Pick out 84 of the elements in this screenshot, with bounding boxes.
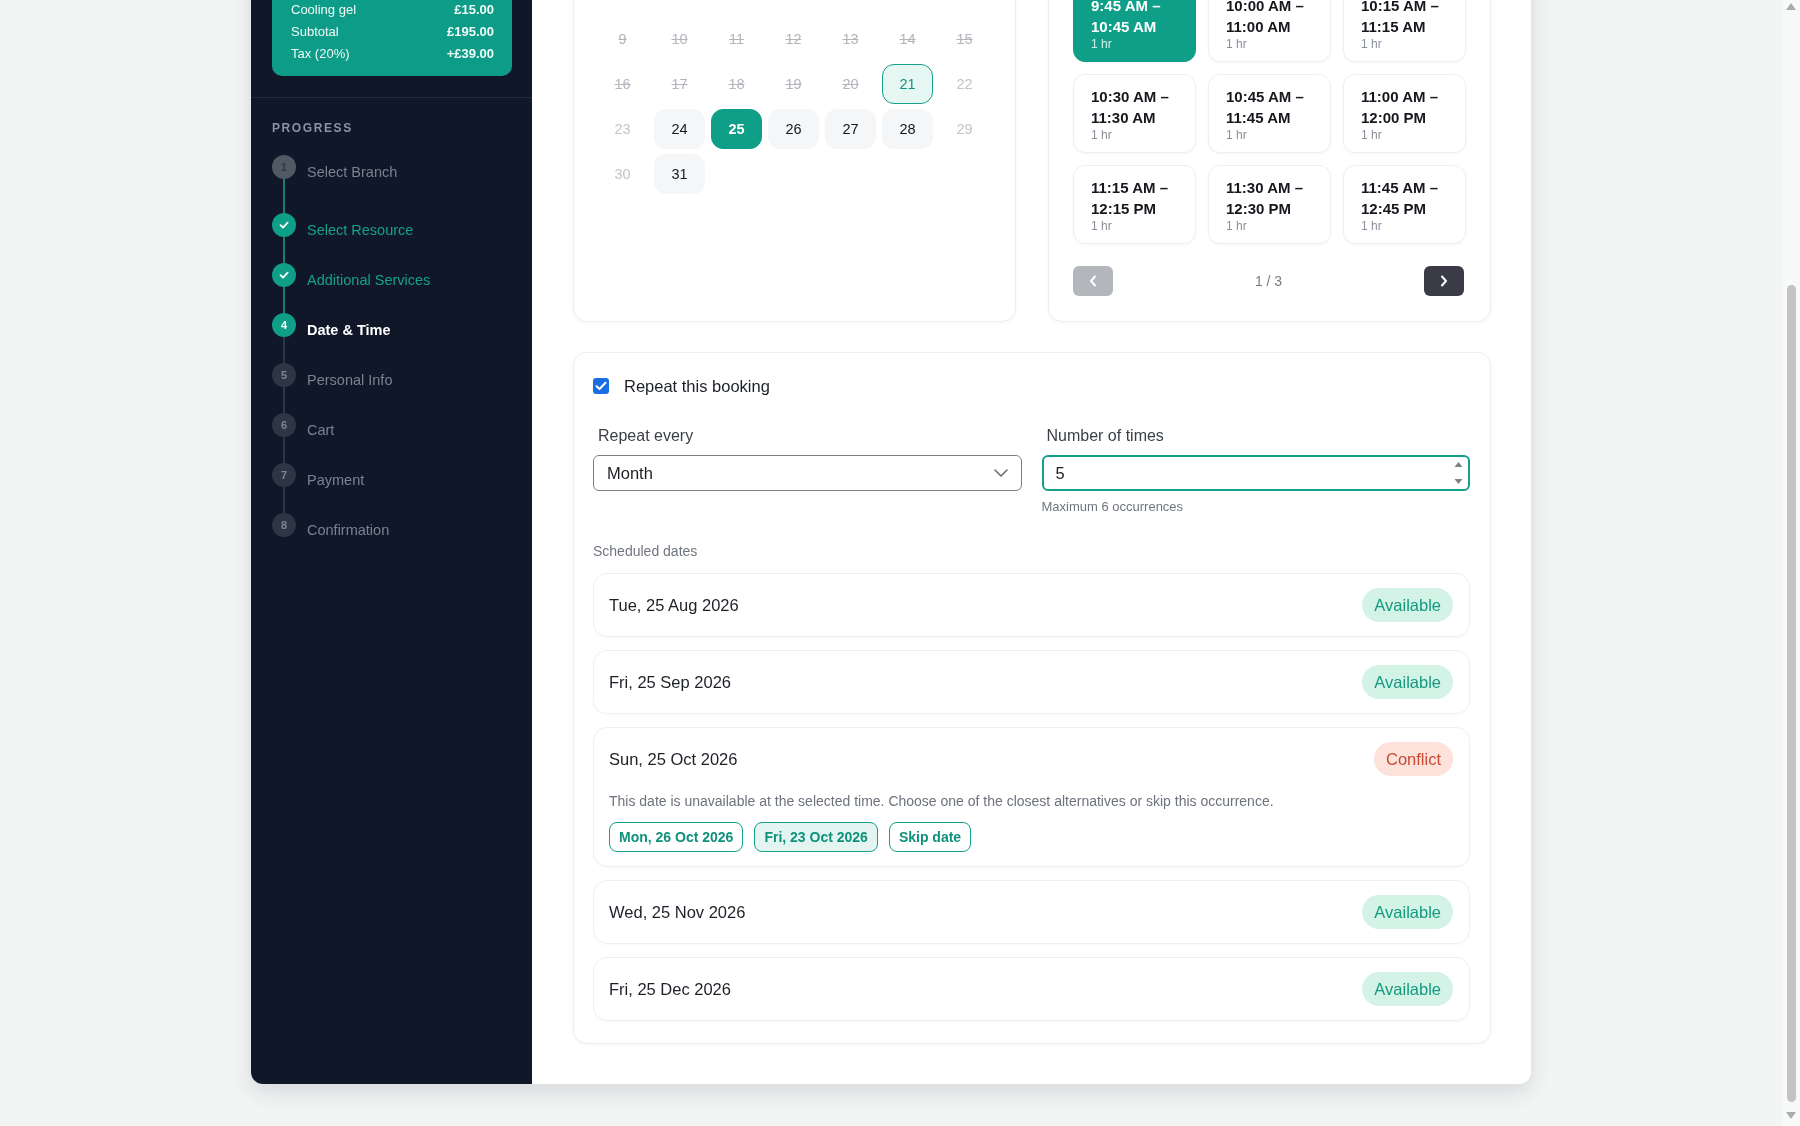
checkbox-label: Repeat this booking: [624, 376, 770, 396]
step-number: 4: [272, 313, 296, 337]
date-option-chip[interactable]: Skip date: [888, 822, 972, 852]
time-slot[interactable]: 10:00 AM – 11:00 AM 1 hr: [1208, 0, 1331, 62]
calendar-day: 19: [768, 64, 819, 104]
step-label: Cart: [307, 421, 335, 440]
field-label: Number of times: [1045, 426, 1165, 446]
summary-amount: +£39.00: [446, 45, 494, 61]
summary-label: Subtotal: [291, 23, 339, 39]
calendar-day: 18: [711, 64, 762, 104]
calendar-day: 17: [654, 64, 705, 104]
time-slot[interactable]: 11:00 AM – 12:00 PM 1 hr: [1343, 74, 1466, 153]
checkmark-icon: [595, 381, 607, 391]
status-badge: Available: [1362, 665, 1453, 699]
step-connector: [283, 287, 285, 313]
calendar-day[interactable]: 26: [768, 109, 819, 149]
calendar-day: 29: [939, 109, 990, 149]
time-slot[interactable]: 11:45 AM – 12:45 PM 1 hr: [1343, 165, 1466, 244]
repeat-checkbox[interactable]: [593, 378, 609, 394]
calendar-day: 15: [939, 19, 990, 59]
next-page-button[interactable]: [1424, 266, 1464, 296]
calendar-day: 13: [825, 19, 876, 59]
chevron-left-icon: [1089, 275, 1097, 287]
step-label: Date & Time: [307, 321, 391, 340]
date-option-chip[interactable]: Mon, 26 Oct 2026: [609, 822, 744, 852]
scrollbar[interactable]: [1782, 0, 1800, 1126]
chevron-right-icon: [1440, 275, 1448, 287]
step-label: Additional Services: [307, 271, 431, 290]
time-slot[interactable]: 10:30 AM – 11:30 AM 1 hr: [1073, 74, 1196, 153]
calendar-day: 14: [882, 19, 933, 59]
step-label: Select Branch: [307, 163, 398, 182]
step-connector: [283, 179, 285, 213]
calendar-day: 23: [597, 109, 648, 149]
calendar-day: 11: [711, 19, 762, 59]
status-badge: Available: [1362, 972, 1453, 1006]
field-hint: Maximum 6 occurrences: [1041, 499, 1185, 515]
time-slot[interactable]: 11:30 AM – 12:30 PM 1 hr: [1208, 165, 1331, 244]
summary-amount: £15.00: [454, 1, 494, 17]
scheduled-date: Wed, 25 Nov 2026: [609, 902, 746, 922]
step-number: 7: [272, 463, 296, 487]
scroll-up-icon[interactable]: [1786, 3, 1796, 10]
calendar-day: 30: [597, 154, 648, 194]
status-badge: Available: [1362, 895, 1453, 929]
summary-label: Tax (20%): [291, 45, 350, 61]
calendar-day: 16: [597, 64, 648, 104]
section-heading: Scheduled dates: [593, 543, 699, 559]
calendar-day[interactable]: 31: [654, 154, 705, 194]
step-label: Select Resource: [307, 221, 414, 240]
scheduled-date: Fri, 25 Sep 2026: [609, 672, 731, 692]
time-slot[interactable]: 10:45 AM – 11:45 AM 1 hr: [1208, 74, 1331, 153]
calendar-day: 9: [597, 19, 648, 59]
calendar-day: 12: [768, 19, 819, 59]
summary-amount: £195.00: [447, 23, 494, 39]
calendar-day: 10: [654, 19, 705, 59]
step-number: 8: [272, 513, 296, 537]
scroll-down-icon[interactable]: [1786, 1112, 1796, 1119]
status-badge: Conflict: [1373, 742, 1453, 776]
repeat-every-select[interactable]: Month: [593, 455, 1022, 491]
conflict-message: This date is unavailable at the selected time. Choose one of the closest alternatives or skip this occurrence.: [609, 792, 1275, 810]
step-label: Confirmation: [307, 521, 390, 540]
calendar-day[interactable]: 27: [825, 109, 876, 149]
step-number: 6: [272, 413, 296, 437]
scheduled-date: Fri, 25 Dec 2026: [609, 979, 731, 999]
calendar-day[interactable]: 28: [882, 109, 933, 149]
scheduled-date: Tue, 25 Aug 2026: [609, 595, 739, 615]
step-label: Payment: [307, 471, 365, 490]
calendar-day: 22: [939, 64, 990, 104]
scrollbar-thumb[interactable]: [1786, 285, 1796, 1102]
field-label: Repeat every: [597, 426, 695, 446]
chevron-down-icon: [993, 469, 1008, 477]
status-badge: Available: [1362, 588, 1453, 622]
step-number: 5: [272, 363, 296, 387]
spinner-icon[interactable]: [1454, 461, 1463, 485]
step-label: Personal Info: [307, 371, 393, 390]
progress-heading: PROGRESS: [272, 120, 354, 136]
time-slot[interactable]: 11:15 AM – 12:15 PM 1 hr: [1073, 165, 1196, 244]
step-connector: [283, 237, 285, 263]
calendar-day: 20: [825, 64, 876, 104]
summary-label: Cooling gel: [291, 1, 357, 17]
scheduled-date: Sun, 25 Oct 2026: [609, 749, 738, 769]
number-of-times-input[interactable]: 5: [1041, 455, 1470, 491]
page-indicator: 1 / 3: [1254, 273, 1283, 289]
calendar-day[interactable]: 24: [654, 109, 705, 149]
time-slot[interactable]: 10:15 AM – 11:15 AM 1 hr: [1343, 0, 1466, 62]
